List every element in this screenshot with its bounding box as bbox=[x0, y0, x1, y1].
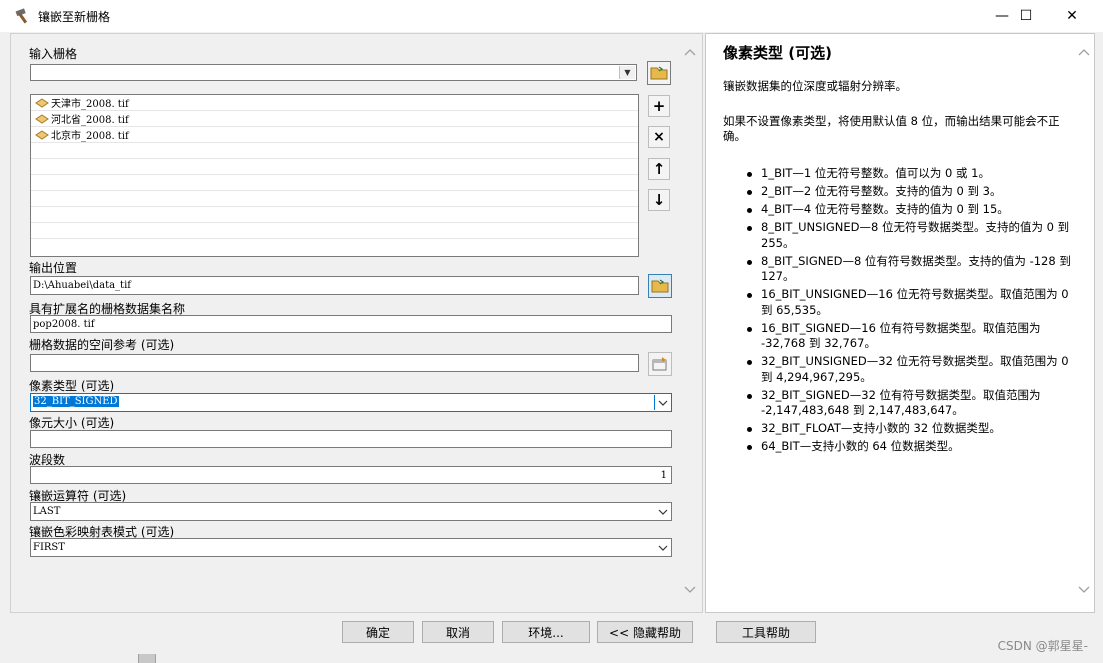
raster-layer-icon bbox=[35, 113, 49, 124]
list-item: 1_BIT—1 位无符号整数。值可以为 0 或 1。 bbox=[723, 166, 1075, 182]
pixel-type-label: 像素类型 (可选) bbox=[29, 379, 115, 393]
list-item-empty bbox=[31, 223, 638, 239]
list-item: 8_BIT_SIGNED—8 位有符号数据类型。支持的值为 -128 到 127… bbox=[723, 254, 1075, 285]
list-item: 16_BIT_SIGNED—16 位有符号数据类型。取值范围为 -32,768 … bbox=[723, 321, 1075, 352]
environments-button[interactable]: 环境... bbox=[502, 621, 590, 643]
spatial-reference-properties-button[interactable] bbox=[648, 352, 672, 376]
list-item[interactable]: 天津市_2008. tif bbox=[31, 95, 638, 111]
list-item-empty bbox=[31, 239, 638, 255]
help-title: 像素类型 (可选) bbox=[723, 44, 832, 62]
list-item-empty bbox=[31, 207, 638, 223]
list-item-empty bbox=[31, 143, 638, 159]
hide-help-button[interactable]: << 隐藏帮助 bbox=[597, 621, 693, 643]
help-pane: 像素类型 (可选) 镶嵌数据集的位深度或辐射分辨率。 如果不设置像素类型，将使用… bbox=[705, 33, 1095, 613]
bands-input[interactable]: 1 bbox=[30, 466, 672, 484]
raster-layer-icon bbox=[35, 129, 49, 140]
scroll-down-icon[interactable] bbox=[684, 586, 696, 594]
pixel-type-list: 1_BIT—1 位无符号整数。值可以为 0 或 1。 2_BIT—2 位无符号整… bbox=[723, 166, 1075, 457]
list-item: 32_BIT_SIGNED—32 位有符号数据类型。取值范围为 -2,147,4… bbox=[723, 388, 1075, 419]
pixel-type-dropdown[interactable]: 32_BIT_SIGNED bbox=[30, 393, 672, 412]
properties-icon bbox=[652, 357, 667, 371]
folder-icon bbox=[651, 279, 669, 293]
parameters-pane: 输入栅格 ▼ 天津市_2008. tif 河北省_2008. tif 北京市_2… bbox=[10, 33, 703, 613]
scroll-up-icon[interactable] bbox=[684, 48, 696, 56]
help-note: 如果不设置像素类型，将使用默认值 8 位，而输出结果可能会不正确。 bbox=[723, 114, 1060, 143]
list-item: 32_BIT_UNSIGNED—32 位无符号数据类型。取值范围为 0 到 4,… bbox=[723, 354, 1075, 385]
title-bar: 镶嵌至新栅格 — ☐ ✕ bbox=[0, 0, 1103, 32]
folder-icon bbox=[650, 66, 668, 80]
colormap-mode-dropdown[interactable]: FIRST bbox=[30, 538, 672, 557]
cellsize-label: 像元大小 (可选) bbox=[29, 416, 115, 430]
window-title: 镶嵌至新栅格 bbox=[38, 10, 111, 24]
hammer-icon bbox=[15, 8, 28, 24]
scroll-up-icon[interactable] bbox=[1078, 48, 1090, 56]
list-item: 16_BIT_UNSIGNED—16 位无符号数据类型。取值范围为 0 到 65… bbox=[723, 287, 1075, 318]
cellsize-input[interactable] bbox=[30, 430, 672, 448]
spatial-reference-input[interactable] bbox=[30, 354, 639, 372]
maximize-button[interactable]: ☐ bbox=[1003, 0, 1049, 32]
input-rasters-list[interactable]: 天津市_2008. tif 河北省_2008. tif 北京市_2008. ti… bbox=[30, 94, 639, 257]
input-rasters-dropdown[interactable]: ▼ bbox=[30, 64, 637, 81]
output-location-label: 输出位置 bbox=[29, 261, 78, 275]
browse-output-button[interactable] bbox=[648, 274, 672, 298]
move-down-button[interactable]: ↓ bbox=[648, 189, 670, 211]
list-item: 8_BIT_UNSIGNED—8 位无符号数据类型。支持的值为 0 到 255。 bbox=[723, 220, 1075, 251]
tool-help-button[interactable]: 工具帮助 bbox=[716, 621, 816, 643]
list-item: 4_BIT—4 位无符号整数。支持的值为 0 到 15。 bbox=[723, 202, 1075, 218]
cancel-button[interactable]: 取消 bbox=[422, 621, 494, 643]
remove-raster-button[interactable]: × bbox=[648, 126, 670, 148]
spatial-reference-label: 栅格数据的空间参考 (可选) bbox=[29, 338, 175, 352]
resize-gripper bbox=[138, 654, 156, 663]
chevron-down-icon[interactable] bbox=[655, 540, 670, 555]
scroll-down-icon[interactable] bbox=[1078, 586, 1090, 594]
add-raster-button[interactable]: + bbox=[648, 95, 670, 117]
list-item: 2_BIT—2 位无符号整数。支持的值为 0 到 3。 bbox=[723, 184, 1075, 200]
raster-layer-icon bbox=[35, 97, 49, 108]
move-up-button[interactable]: ↑ bbox=[648, 158, 670, 180]
open-folder-button[interactable] bbox=[647, 61, 671, 85]
list-item[interactable]: 河北省_2008. tif bbox=[31, 111, 638, 127]
output-location-input[interactable]: D:\Ahuabei\data_tif bbox=[30, 276, 639, 295]
dataset-name-input[interactable]: pop2008. tif bbox=[30, 315, 672, 333]
pixel-type-selected-value: 32_BIT_SIGNED bbox=[33, 396, 119, 407]
mosaic-operator-dropdown[interactable]: LAST bbox=[30, 502, 672, 521]
chevron-down-icon[interactable] bbox=[654, 395, 670, 410]
ok-button[interactable]: 确定 bbox=[342, 621, 414, 643]
list-item-empty bbox=[31, 191, 638, 207]
close-button[interactable]: ✕ bbox=[1049, 0, 1095, 32]
list-item: 64_BIT—支持小数的 64 位数据类型。 bbox=[723, 439, 1075, 455]
list-item[interactable]: 北京市_2008. tif bbox=[31, 127, 638, 143]
chevron-down-icon[interactable]: ▼ bbox=[619, 66, 635, 79]
list-item: 32_BIT_FLOAT—支持小数的 32 位数据类型。 bbox=[723, 421, 1075, 437]
list-item-empty bbox=[31, 159, 638, 175]
help-intro: 镶嵌数据集的位深度或辐射分辨率。 bbox=[723, 79, 907, 93]
watermark: CSDN @郭星星- bbox=[997, 639, 1088, 653]
list-item-empty bbox=[31, 175, 638, 191]
input-rasters-label: 输入栅格 bbox=[29, 47, 78, 61]
chevron-down-icon[interactable] bbox=[655, 504, 670, 519]
